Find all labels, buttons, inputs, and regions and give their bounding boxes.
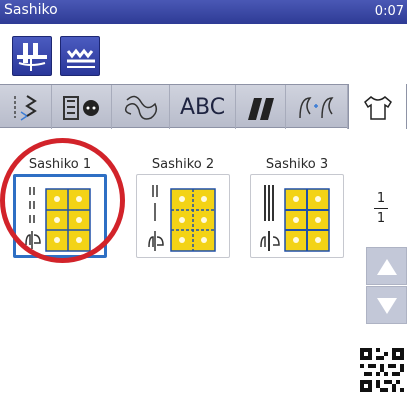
category-tab-bar: ABC: [0, 84, 407, 130]
page-indicator: 1 1: [366, 191, 396, 226]
satin-stitch-icon: [247, 98, 274, 120]
stitch-guide-button[interactable]: [60, 36, 100, 76]
qr-code-icon[interactable]: [360, 348, 404, 392]
scroll-down-button[interactable]: [366, 286, 407, 324]
tab-garment[interactable]: [348, 84, 407, 130]
buttonhole-icon: [62, 96, 99, 120]
sashiko-pattern-icon: [148, 185, 216, 252]
needle-presser-foot-icon: [17, 43, 47, 71]
clock: 0:07: [374, 4, 404, 19]
pattern-thumbnail[interactable]: [250, 174, 344, 258]
sashiko-pattern-icon: [25, 187, 91, 252]
pattern-thumbnail[interactable]: [13, 174, 107, 258]
tab-combined-pattern[interactable]: [286, 85, 348, 129]
scroll-up-button[interactable]: [366, 247, 407, 285]
pattern-panel: Sashiko 1 Sashiko 2 Sashiko 3: [0, 129, 407, 395]
sashiko-pattern-icon: [260, 185, 330, 252]
tab-satin-stitch[interactable]: [236, 85, 286, 129]
pattern-label: Sashiko 3: [265, 157, 329, 172]
tab-abc-label: ABC: [179, 94, 226, 120]
decorative-stitch-icon: [124, 95, 157, 120]
pattern-label: Sashiko 2: [151, 157, 215, 172]
pattern-thumbnail[interactable]: [136, 174, 230, 258]
shirt-icon: [363, 96, 392, 120]
utility-stitch-icon: [13, 95, 37, 121]
tab-decorative-stitch[interactable]: [112, 85, 170, 129]
tab-buttonhole[interactable]: [52, 85, 112, 129]
pattern-label: Sashiko 1: [28, 157, 92, 172]
tool-row: [0, 24, 407, 80]
tab-abc[interactable]: ABC: [170, 85, 236, 129]
page-current: 1: [376, 191, 386, 206]
tab-utility-stitch[interactable]: [0, 85, 52, 129]
window-title: Sashiko: [4, 2, 58, 18]
stitch-guide-icon: [66, 48, 95, 68]
page-total: 1: [376, 211, 386, 226]
arrow-up-icon: [377, 259, 397, 275]
combined-pattern-icon: [298, 97, 334, 119]
needle-presser-foot-button[interactable]: [12, 36, 52, 76]
arrow-down-icon: [377, 298, 397, 314]
page-divider: [374, 208, 388, 209]
title-bar: Sashiko 0:07: [0, 0, 407, 24]
